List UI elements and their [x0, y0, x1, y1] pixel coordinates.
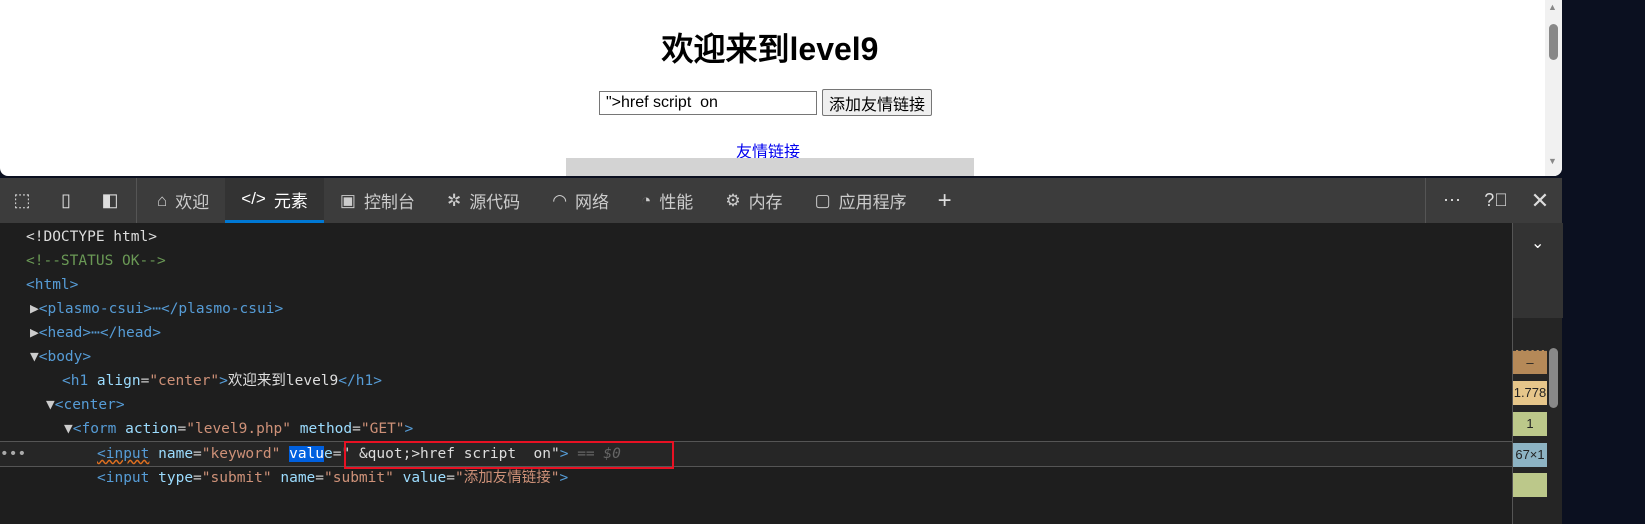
tab-elements[interactable]: </> 元素: [225, 178, 324, 223]
dom-line[interactable]: ▼<form action="level9.php" method="GET">: [64, 417, 413, 441]
box-model-margin: –: [1513, 350, 1547, 374]
row-menu-dots[interactable]: •••: [0, 442, 26, 466]
styles-pane: ⌄ – 1.778 1 67×1: [1512, 223, 1563, 524]
tab-application[interactable]: ▢ 应用程序: [799, 178, 923, 223]
box-model-border: 1.778: [1513, 381, 1547, 405]
dom-line[interactable]: ▼<body>: [30, 345, 91, 369]
tab-memory[interactable]: ⚙ 内存: [709, 178, 798, 223]
dom-line[interactable]: ▼<center>: [46, 393, 125, 417]
dom-line[interactable]: ▶<head>⋯</head>: [30, 321, 161, 345]
keyword-input[interactable]: [599, 91, 817, 115]
tab-console[interactable]: ▣ 控制台: [324, 178, 431, 223]
dom-tree: <!DOCTYPE html> <!--STATUS OK--> <html> …: [0, 223, 1512, 524]
submit-button[interactable]: 添加友情链接: [822, 89, 933, 116]
app-icon: ▢: [814, 190, 831, 210]
web-page: 欢迎来到level9 添加友情链接 友情链接 ▲▼: [0, 0, 1562, 176]
dom-line[interactable]: <!DOCTYPE html>: [26, 225, 157, 249]
page-heading: 欢迎来到level9: [661, 31, 879, 67]
tab-network[interactable]: ◠ 网络: [536, 178, 625, 223]
dom-line[interactable]: <!--STATUS OK-->: [26, 249, 166, 273]
dom-line[interactable]: ▶<plasmo-csui>⋯</plasmo-csui>: [30, 297, 283, 321]
dom-line[interactable]: <input type="submit" name="submit" value…: [97, 466, 568, 490]
more-icon[interactable]: ⋯: [1430, 190, 1474, 211]
code-icon: </>: [241, 189, 266, 208]
gauge-icon: ◔: [641, 190, 652, 210]
tab-performance[interactable]: ◔ 性能: [625, 178, 709, 223]
devtools-toolbar: ⬚ ▯ ◧ ⌂ 欢迎 </> 元素 ▣ 控制台 ✲ 源代码 ◠ 网络 ◔ 性能 ⚙ 内存 ▢ 应…: [0, 178, 1562, 223]
box-model-content: 67×1: [1513, 443, 1547, 467]
tab-welcome[interactable]: ⌂ 欢迎: [141, 178, 225, 223]
device-emulation-icon[interactable]: ▯: [44, 190, 88, 211]
devtools: ⬚ ▯ ◧ ⌂ 欢迎 </> 元素 ▣ 控制台 ✲ 源代码 ◠ 网络 ◔ 性能 ⚙ 内存 ▢ 应…: [0, 178, 1563, 524]
dom-line[interactable]: <h1 align="center">欢迎来到level9</h1>: [62, 369, 382, 393]
image-placeholder: [566, 158, 974, 176]
tab-sources[interactable]: ✲ 源代码: [431, 178, 536, 223]
box-model-padding: 1: [1513, 412, 1547, 436]
add-tab-icon[interactable]: +: [923, 187, 967, 215]
box-model-padding-bottom: [1513, 473, 1547, 497]
help-icon[interactable]: ?⃝: [1474, 190, 1518, 211]
pane-header: ⌄: [1513, 223, 1563, 318]
home-icon: ⌂: [157, 190, 168, 210]
wifi-icon: ◠: [552, 190, 568, 210]
highlight-box: [344, 441, 674, 469]
styles-scrollbar[interactable]: [1549, 348, 1558, 408]
chevron-down-icon[interactable]: ⌄: [1531, 233, 1544, 253]
dock-sidebar-icon[interactable]: ◧: [88, 190, 132, 211]
bug-icon: ✲: [446, 190, 462, 210]
page-scrollbar[interactable]: ▲ ▼: [1545, 0, 1562, 176]
close-icon[interactable]: ✕: [1518, 188, 1562, 214]
chip-icon: ⚙: [725, 190, 741, 210]
dom-line[interactable]: <html>: [26, 273, 78, 297]
console-icon: ▣: [339, 190, 356, 210]
inspect-icon[interactable]: ⬚: [0, 190, 44, 211]
